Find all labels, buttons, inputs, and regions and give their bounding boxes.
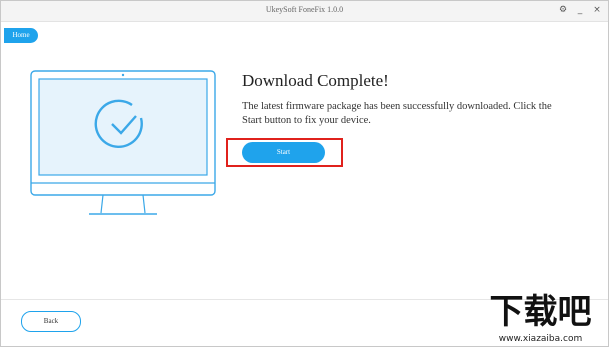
- title-bar: UkeySoft FoneFix 1.0.0 ⚙ _ ×: [1, 1, 608, 22]
- minimize-button[interactable]: _: [574, 4, 586, 16]
- status-message: The latest firmware package has been suc…: [242, 101, 552, 126]
- back-button[interactable]: Back: [21, 311, 81, 332]
- watermark: 下载吧 www.xiazaiba.com: [472, 292, 609, 347]
- watermark-url: www.xiazaiba.com: [498, 334, 583, 344]
- watermark-logo: 下载吧: [489, 292, 592, 332]
- start-button[interactable]: Start: [242, 142, 325, 163]
- page-title: Download Complete!: [242, 71, 389, 90]
- home-button[interactable]: Home: [4, 28, 38, 43]
- settings-icon[interactable]: ⚙: [557, 4, 569, 16]
- monitor-icon: [30, 70, 216, 215]
- window-title: UkeySoft FoneFix 1.0.0: [265, 5, 344, 14]
- close-button[interactable]: ×: [591, 4, 603, 16]
